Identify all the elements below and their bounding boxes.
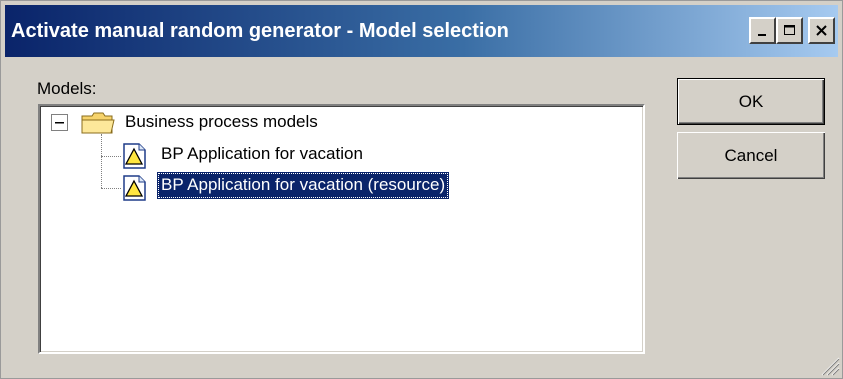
window-title: Activate manual random generator - Model…: [11, 19, 509, 42]
model-warning-icon: [123, 175, 146, 201]
tree-connector-line: [101, 134, 102, 188]
folder-icon: [81, 112, 115, 134]
tree-node-model[interactable]: BP Application for vacation: [161, 144, 363, 164]
minus-icon: [55, 122, 64, 124]
models-label: Models:: [37, 79, 97, 98]
maximize-button[interactable]: [776, 17, 803, 44]
title-bar[interactable]: Activate manual random generator - Model…: [5, 5, 838, 57]
minimize-button[interactable]: [749, 17, 776, 44]
close-button[interactable]: [808, 17, 835, 44]
cancel-button[interactable]: Cancel: [677, 132, 825, 179]
tree-connector-line: [101, 188, 121, 189]
ok-button[interactable]: OK: [677, 78, 825, 125]
tree-node-model-selected[interactable]: BP Application for vacation (resource): [157, 172, 450, 199]
minimize-icon: [757, 33, 766, 36]
dialog-window: Activate manual random generator - Model…: [0, 0, 843, 379]
model-warning-icon: [123, 143, 146, 169]
close-icon: [815, 24, 827, 36]
maximize-icon: [783, 24, 795, 35]
tree-collapse-toggle[interactable]: [51, 114, 68, 131]
models-tree[interactable]: [38, 104, 645, 354]
resize-grip-icon[interactable]: [816, 352, 840, 376]
tree-connector-line: [101, 156, 121, 157]
tree-node-business-process-models[interactable]: Business process models: [125, 112, 318, 132]
